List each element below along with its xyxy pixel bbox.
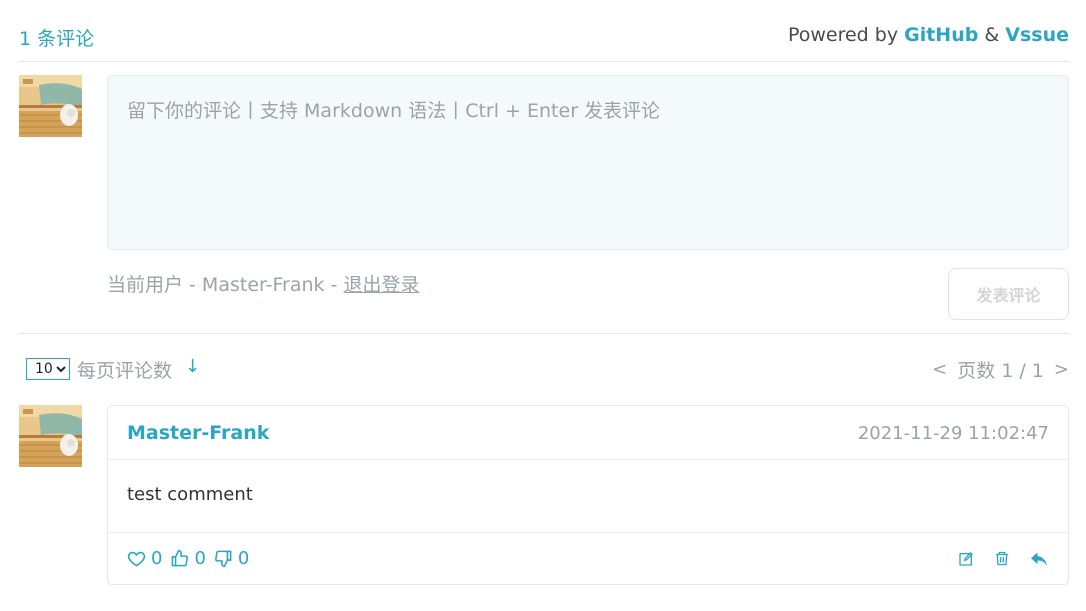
comment-header: Master-Frank 2021-11-29 11:02:47 [108, 406, 1068, 460]
vssue-link[interactable]: Vssue [1005, 24, 1069, 46]
current-user-text: 当前用户 - Master-Frank - [107, 274, 338, 296]
ampersand: & [984, 24, 1000, 46]
trash-icon [996, 551, 1008, 566]
per-page-label: 每页评论数 [77, 360, 173, 382]
heart-icon [127, 551, 146, 567]
submit-comment-button[interactable]: 发表评论 [948, 268, 1069, 320]
sort-order-arrow-icon[interactable]: ↓ [185, 356, 200, 377]
comment-count: 1 条评论 [19, 28, 95, 50]
reply-icon [1031, 551, 1047, 566]
dislike-count: 0 [237, 548, 250, 569]
heart-count: 0 [151, 548, 163, 569]
like-reaction-button[interactable]: 0 [170, 548, 206, 569]
comment-card: Master-Frank 2021-11-29 11:02:47 test co… [107, 405, 1069, 585]
reply-comment-button[interactable] [1030, 551, 1048, 567]
comments-header: 1 条评论 Powered by GitHub & Vssue [19, 20, 1069, 62]
powered-by: Powered by GitHub & Vssue [788, 24, 1069, 46]
delete-comment-button[interactable] [994, 550, 1010, 567]
thumbs-down-icon [214, 550, 232, 568]
edit-icon [959, 551, 973, 566]
comment-timestamp: 2021-11-29 11:02:47 [857, 423, 1049, 444]
comment-actions [958, 550, 1048, 567]
per-page-select[interactable]: 10 [26, 358, 70, 380]
comment-input[interactable] [107, 75, 1069, 250]
heart-reaction-button[interactable]: 0 [127, 548, 162, 569]
github-link[interactable]: GitHub [904, 24, 978, 46]
prev-page-button[interactable]: < [932, 359, 947, 380]
pagination: < 页数 1 / 1 > [932, 356, 1069, 383]
logout-link[interactable]: 退出登录 [343, 274, 419, 296]
powered-by-prefix: Powered by [787, 24, 899, 46]
comment-author[interactable]: Master-Frank [127, 422, 269, 444]
dislike-reaction-button[interactable]: 0 [214, 548, 249, 569]
comment-author-avatar[interactable] [19, 405, 82, 467]
reactions: 0 0 0 [127, 548, 249, 569]
comments-widget: 1 条评论 Powered by GitHub & Vssue 当前用户 - M… [0, 0, 1086, 611]
current-user-line: 当前用户 - Master-Frank - 退出登录 [107, 270, 419, 297]
section-divider [19, 333, 1069, 334]
edit-comment-button[interactable] [958, 551, 974, 567]
comment-footer: 0 0 0 [108, 532, 1068, 586]
current-user-avatar [19, 75, 82, 137]
page-indicator: 页数 1 / 1 [957, 360, 1044, 382]
thumbs-up-icon [172, 549, 189, 567]
next-page-button[interactable]: > [1054, 359, 1069, 380]
comment-body: test comment [127, 484, 253, 505]
like-count: 0 [194, 548, 206, 569]
